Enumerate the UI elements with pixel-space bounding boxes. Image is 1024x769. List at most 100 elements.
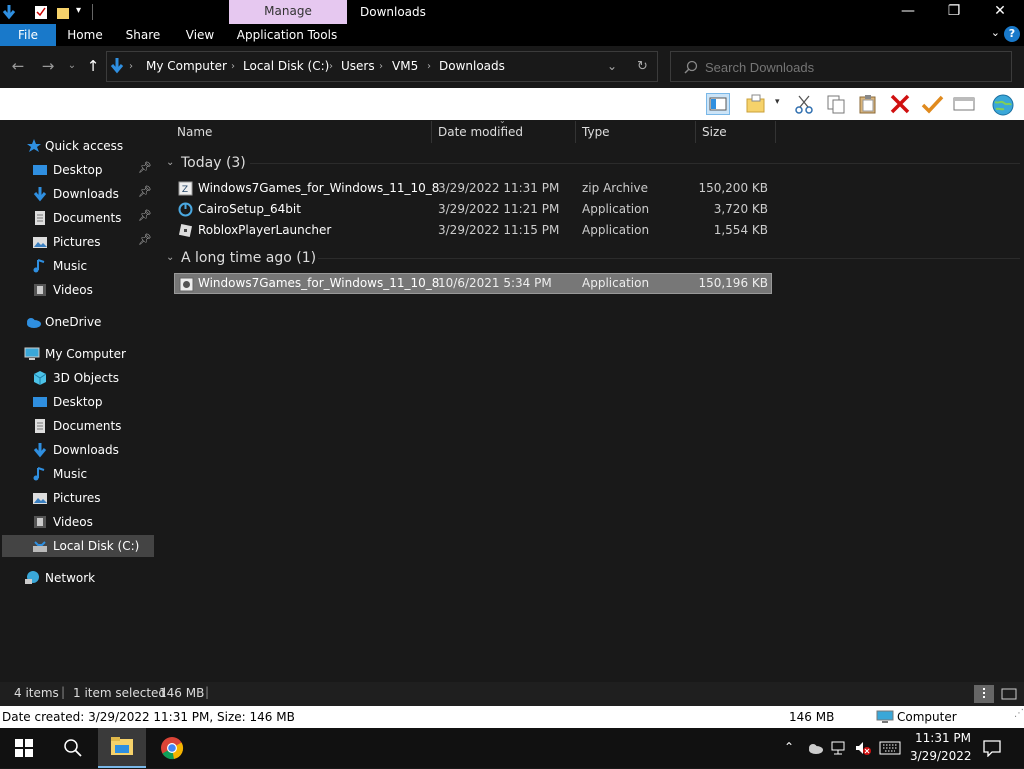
sidebar-item-downloads[interactable]: Downloads 📌︎: [2, 183, 154, 205]
search-box[interactable]: [670, 51, 1012, 82]
breadcrumb-my-computer[interactable]: My Computer: [146, 52, 227, 81]
properties-icon[interactable]: [34, 4, 48, 20]
rename-check-icon[interactable]: [920, 93, 944, 115]
chrome-icon[interactable]: [160, 736, 184, 760]
pictures-icon: [32, 234, 48, 250]
delete-icon[interactable]: [888, 93, 912, 115]
tab-share[interactable]: Share: [120, 24, 166, 46]
resize-grip-icon[interactable]: ⋰: [1014, 708, 1024, 719]
breadcrumb-vm5[interactable]: VM5: [392, 52, 418, 81]
forward-icon[interactable]: →: [38, 56, 58, 76]
column-divider[interactable]: [775, 121, 776, 143]
sidebar-item-videos[interactable]: Videos: [2, 279, 154, 301]
tab-manage[interactable]: Manage: [229, 0, 347, 24]
expand-ribbon-icon[interactable]: ⌄: [991, 26, 1000, 39]
maximize-button[interactable]: ❐: [931, 0, 977, 24]
roblox-icon: [178, 223, 193, 238]
breadcrumb-separator-icon: ›: [129, 61, 133, 72]
properties-window-icon[interactable]: [952, 93, 976, 115]
sidebar-item-3d-objects[interactable]: 3D Objects: [2, 367, 154, 389]
address-bar[interactable]: › My Computer › Local Disk (C:) › Users …: [106, 51, 658, 82]
column-header-size[interactable]: Size: [702, 121, 727, 143]
windows-start-icon[interactable]: [15, 739, 33, 757]
status-divider: |: [205, 685, 210, 699]
keyboard-icon[interactable]: [879, 740, 901, 756]
onedrive-tray-icon[interactable]: [806, 741, 824, 755]
breadcrumb-local-disk[interactable]: Local Disk (C:): [243, 52, 329, 81]
file-row[interactable]: CairoSetup_64bit 3/29/2022 11:21 PM Appl…: [174, 199, 772, 220]
clock-time[interactable]: 11:31 PM: [915, 731, 971, 745]
column-header-date[interactable]: Date modified: [438, 121, 523, 143]
sidebar-item-network[interactable]: Network: [2, 567, 154, 589]
svg-text:Z: Z: [182, 185, 188, 195]
sidebar-item-documents[interactable]: Documents 📌︎: [2, 207, 154, 229]
file-row[interactable]: RobloxPlayerLauncher 3/29/2022 11:15 PM …: [174, 220, 772, 241]
tab-home[interactable]: Home: [62, 24, 108, 46]
sidebar-item-my-computer[interactable]: My Computer: [2, 343, 154, 365]
group-header-today[interactable]: Today (3): [181, 153, 246, 173]
videos-icon: [32, 282, 48, 298]
tab-view[interactable]: View: [180, 24, 220, 46]
breadcrumb-users[interactable]: Users: [341, 52, 375, 81]
sidebar-item-desktop[interactable]: Desktop 📌︎: [2, 159, 154, 181]
new-item-dropdown-icon[interactable]: ▾: [775, 97, 780, 107]
title-bar: [0, 0, 1024, 24]
file-explorer-taskbar-button[interactable]: [98, 728, 146, 768]
refresh-icon[interactable]: ↻: [637, 52, 648, 81]
drive-icon: [32, 538, 48, 554]
collapse-group-icon[interactable]: ⌄: [166, 248, 176, 268]
sidebar-item-music-pc[interactable]: Music: [2, 463, 154, 485]
navigation-pane-icon[interactable]: [706, 93, 730, 115]
back-icon[interactable]: ←: [8, 56, 28, 76]
sidebar-item-quick-access[interactable]: Quick access: [2, 135, 154, 157]
close-button[interactable]: ✕: [977, 0, 1023, 24]
column-divider[interactable]: [431, 121, 432, 143]
tab-application-tools[interactable]: Application Tools: [234, 24, 340, 46]
recent-locations-icon[interactable]: ⌄: [62, 56, 82, 76]
minimize-button[interactable]: —: [885, 0, 931, 24]
customize-qat-icon[interactable]: ▾: [76, 5, 81, 16]
download-arrow-icon[interactable]: [2, 4, 16, 20]
help-icon[interactable]: ?: [1004, 26, 1020, 42]
sidebar-item-pictures-pc[interactable]: Pictures: [2, 487, 154, 509]
show-hidden-icons-icon[interactable]: ⌃: [784, 740, 794, 754]
status-divider: |: [61, 685, 66, 699]
sidebar-item-documents-pc[interactable]: Documents: [2, 415, 154, 437]
address-dropdown-icon[interactable]: ⌄: [607, 52, 617, 81]
installer-icon: [179, 277, 194, 292]
search-icon[interactable]: [63, 738, 83, 758]
column-header-name[interactable]: Name: [177, 121, 212, 143]
column-header-type[interactable]: Type: [582, 121, 610, 143]
file-row-selected[interactable]: Windows7Games_for_Windows_11_10_8 10/6/2…: [174, 273, 772, 294]
file-row[interactable]: Z Windows7Games_for_Windows_11_10_8 3/29…: [174, 178, 772, 199]
sidebar-item-music[interactable]: Music: [2, 255, 154, 277]
sidebar-item-onedrive[interactable]: OneDrive: [2, 311, 154, 333]
notifications-icon[interactable]: [983, 739, 1001, 758]
new-folder-icon[interactable]: [56, 4, 70, 20]
sidebar-item-desktop-pc[interactable]: Desktop: [2, 391, 154, 413]
column-divider[interactable]: [575, 121, 576, 143]
large-icons-view-icon[interactable]: [999, 685, 1019, 703]
group-divider: [250, 163, 1020, 164]
collapse-group-icon[interactable]: ⌄: [166, 153, 176, 173]
clock-date[interactable]: 3/29/2022: [910, 749, 972, 763]
globe-icon[interactable]: [990, 93, 1014, 116]
tab-file[interactable]: File: [0, 24, 56, 46]
sidebar-item-downloads-pc[interactable]: Downloads: [2, 439, 154, 461]
column-divider[interactable]: [695, 121, 696, 143]
sidebar-item-videos-pc[interactable]: Videos: [2, 511, 154, 533]
volume-muted-icon[interactable]: [854, 740, 872, 756]
breadcrumb-downloads[interactable]: Downloads: [439, 52, 505, 81]
details-view-icon[interactable]: [974, 685, 994, 703]
sidebar-item-local-disk[interactable]: Local Disk (C:): [2, 535, 154, 557]
paste-icon[interactable]: [856, 93, 880, 115]
copy-icon[interactable]: [824, 93, 848, 115]
sidebar-item-pictures[interactable]: Pictures 📌︎: [2, 231, 154, 253]
search-input[interactable]: [705, 58, 995, 76]
network-tray-icon[interactable]: [830, 740, 848, 756]
up-icon[interactable]: ↑: [83, 56, 103, 76]
details-bar: Date created: 3/29/2022 11:31 PM, Size: …: [0, 706, 1024, 728]
group-header-long-time-ago[interactable]: A long time ago (1): [181, 248, 316, 268]
new-folder-icon[interactable]: [744, 93, 768, 115]
cut-icon[interactable]: [792, 93, 816, 115]
